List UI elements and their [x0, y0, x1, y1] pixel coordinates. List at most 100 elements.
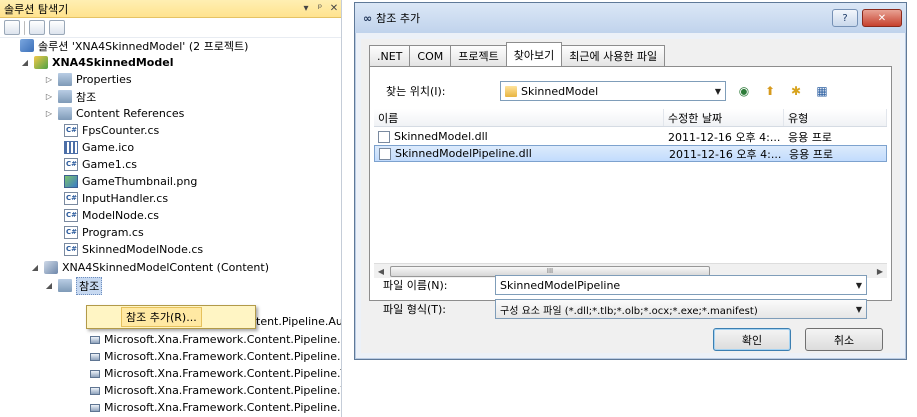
png-file-icon [64, 175, 78, 188]
tree-item-file[interactable]: ModelNode.cs [64, 207, 159, 224]
tree-item-file[interactable]: Game1.cs [64, 156, 137, 173]
file-type-dropdown[interactable]: 구성 요소 파일 (*.dll;*.tlb;*.olb;*.ocx;*.exe;… [495, 299, 867, 319]
tree-item-solution[interactable]: 솔루션 'XNA4SkinnedModel' (2 프로젝트) [20, 37, 248, 54]
tab-browse[interactable]: 찾아보기 [505, 42, 563, 66]
dialog-titlebar: ∞ 참조 추가 ? ✕ [355, 3, 906, 33]
file-type-label: 파일 형식(T): [383, 303, 446, 316]
look-in-dropdown[interactable]: SkinnedModel ▼ [500, 81, 726, 101]
look-in-label: 찾는 위치(I): [386, 85, 446, 98]
file-date: 2011-12-16 오후 4:... [669, 147, 782, 161]
dll-file-icon [379, 147, 391, 160]
dll-file-icon [378, 130, 390, 143]
tree-item-label: tent.Pipeline.Au [256, 315, 342, 328]
file-type-value: 구성 요소 파일 (*.dll;*.tlb;*.olb;*.ocx;*.exe;… [500, 305, 758, 317]
properties-icon [58, 73, 72, 86]
properties-button[interactable] [4, 20, 20, 35]
tree-item-file[interactable]: GameThumbnail.png [64, 173, 197, 190]
reference-icon: ∞ [363, 11, 373, 25]
tree-item-reference[interactable]: tent.Pipeline.Au [256, 313, 342, 330]
tree-item-label: Microsoft.Xna.Framework.Content.Pipeline… [104, 401, 342, 414]
dialog-body: .NET COM 프로젝트 찾아보기 최근에 사용한 파일 찾는 위치(I): … [361, 39, 900, 353]
tab-com[interactable]: COM [409, 45, 452, 66]
close-icon[interactable]: ✕ [327, 3, 341, 14]
tree-item-reference[interactable]: Microsoft.Xna.Framework.Content.Pipeline… [88, 365, 342, 382]
solution-explorer-panel: 솔루션 탐색기 ▾ ᵖ ✕ 솔루션 'XNA4SkinnedModel' (2 … [0, 0, 342, 417]
expanded-arrow-icon[interactable]: ◢ [30, 263, 40, 272]
tab-projects[interactable]: 프로젝트 [450, 45, 507, 66]
pin-icon[interactable]: ᵖ [313, 3, 327, 14]
tree-item-reference[interactable]: Microsoft.Xna.Framework.Content.Pipeline… [88, 399, 342, 416]
collapsed-arrow-icon[interactable]: ▷ [44, 75, 54, 84]
look-in-value: SkinnedModel [521, 84, 599, 98]
tree-item-label: Game.ico [82, 141, 135, 154]
tree-item-file[interactable]: Program.cs [64, 224, 144, 241]
ok-button[interactable]: 확인 [713, 328, 791, 351]
tree-item-file[interactable]: InputHandler.cs [64, 190, 168, 207]
view-menu-icon[interactable]: ▦ [814, 83, 830, 99]
column-type[interactable]: 유형 [784, 109, 887, 126]
back-icon[interactable]: ◉ [736, 83, 752, 99]
tree-item-reference[interactable]: Microsoft.Xna.Framework.Content.Pipeline… [88, 331, 341, 348]
collapsed-arrow-icon[interactable]: ▷ [44, 109, 54, 118]
tree-item-properties[interactable]: ▷ Properties [44, 71, 132, 88]
context-menu: 참조 추가(R)... [86, 305, 256, 329]
new-folder-icon[interactable]: ✱ [788, 83, 804, 99]
collapsed-arrow-icon[interactable]: ▷ [44, 92, 54, 101]
csharp-file-icon [64, 124, 78, 137]
tree-item-reference[interactable]: Microsoft.Xna.Framework.Content.Pipeline… [88, 382, 342, 399]
tree-item-content-references[interactable]: ▷ Content References [44, 105, 184, 122]
file-list-item-selected[interactable]: SkinnedModelPipeline.dll 2011-12-16 오후 4… [374, 145, 887, 162]
expanded-arrow-icon[interactable]: ◢ [44, 281, 54, 290]
expanded-arrow-icon[interactable]: ◢ [20, 58, 30, 67]
file-name: SkinnedModel.dll [394, 130, 488, 143]
reference-icon [90, 386, 100, 395]
show-all-files-button[interactable] [29, 20, 45, 35]
tree-item-content-project[interactable]: ◢ XNA4SkinnedModelContent (Content) [30, 259, 269, 276]
tree-item-label: XNA4SkinnedModelContent (Content) [62, 261, 269, 274]
up-folder-icon[interactable]: ⬆ [762, 83, 778, 99]
references-folder-icon [58, 90, 72, 103]
file-name-value: SkinnedModelPipeline [500, 278, 621, 292]
solution-explorer-toolbar [0, 18, 341, 38]
tree-item-label: Microsoft.Xna.Framework.Content.Pipeline… [104, 367, 342, 380]
dropdown-icon[interactable]: ▾ [299, 3, 313, 14]
file-type-row: 파일 형식(T): 구성 요소 파일 (*.dll;*.tlb;*.olb;*.… [383, 299, 867, 319]
tab-dotnet[interactable]: .NET [369, 45, 411, 66]
tree-item-label: 솔루션 'XNA4SkinnedModel' (2 프로젝트) [38, 39, 249, 53]
tree-item-label: GameThumbnail.png [82, 175, 198, 188]
help-button[interactable]: ? [832, 9, 858, 27]
file-date: 2011-12-16 오후 4:... [668, 130, 781, 144]
column-name[interactable]: 이름 [374, 109, 664, 126]
content-project-icon [44, 261, 58, 274]
ico-file-icon [64, 141, 78, 154]
file-list-item[interactable]: SkinnedModel.dll 2011-12-16 오후 4:... 응용 … [374, 128, 887, 145]
tree-item-label: Microsoft.Xna.Framework.Content.Pipeline… [104, 384, 342, 397]
context-menu-add-reference[interactable]: 참조 추가(R)... [121, 307, 202, 327]
panel-title: 솔루션 탐색기 [4, 2, 69, 16]
solution-icon [20, 39, 34, 52]
tab-bar: .NET COM 프로젝트 찾아보기 최근에 사용한 파일 [369, 42, 666, 66]
tree-item-content-references-folder[interactable]: ◢ 참조 [44, 276, 103, 295]
tree-item-file[interactable]: SkinnedModelNode.cs [64, 241, 203, 258]
tree-item-project[interactable]: ◢ XNA4SkinnedModel [20, 54, 173, 71]
cancel-button[interactable]: 취소 [805, 328, 883, 351]
solution-explorer-titlebar: 솔루션 탐색기 ▾ ᵖ ✕ [0, 0, 341, 18]
close-button[interactable]: ✕ [862, 9, 902, 27]
content-references-icon [58, 107, 72, 120]
tree-item-reference[interactable]: Microsoft.Xna.Framework.Content.Pipeline… [88, 348, 341, 365]
column-date[interactable]: 수정한 날짜 [664, 109, 784, 126]
tree-item-label: InputHandler.cs [82, 192, 169, 205]
refresh-button[interactable] [49, 20, 65, 35]
tree-item-label: ModelNode.cs [82, 209, 160, 222]
csharp-file-icon [64, 226, 78, 239]
tree-item-file[interactable]: Game.ico [64, 139, 134, 156]
scroll-right-icon[interactable]: ▶ [873, 267, 887, 276]
tree-item-file[interactable]: FpsCounter.cs [64, 122, 159, 139]
chevron-down-icon: ▼ [855, 280, 863, 290]
folder-icon [505, 85, 517, 97]
tab-recent[interactable]: 최근에 사용한 파일 [561, 45, 666, 66]
tree-item-label: 참조 [76, 90, 97, 104]
project-icon [34, 56, 48, 69]
file-name-input[interactable]: SkinnedModelPipeline ▼ [495, 275, 867, 295]
tree-item-references[interactable]: ▷ 참조 [44, 88, 96, 105]
